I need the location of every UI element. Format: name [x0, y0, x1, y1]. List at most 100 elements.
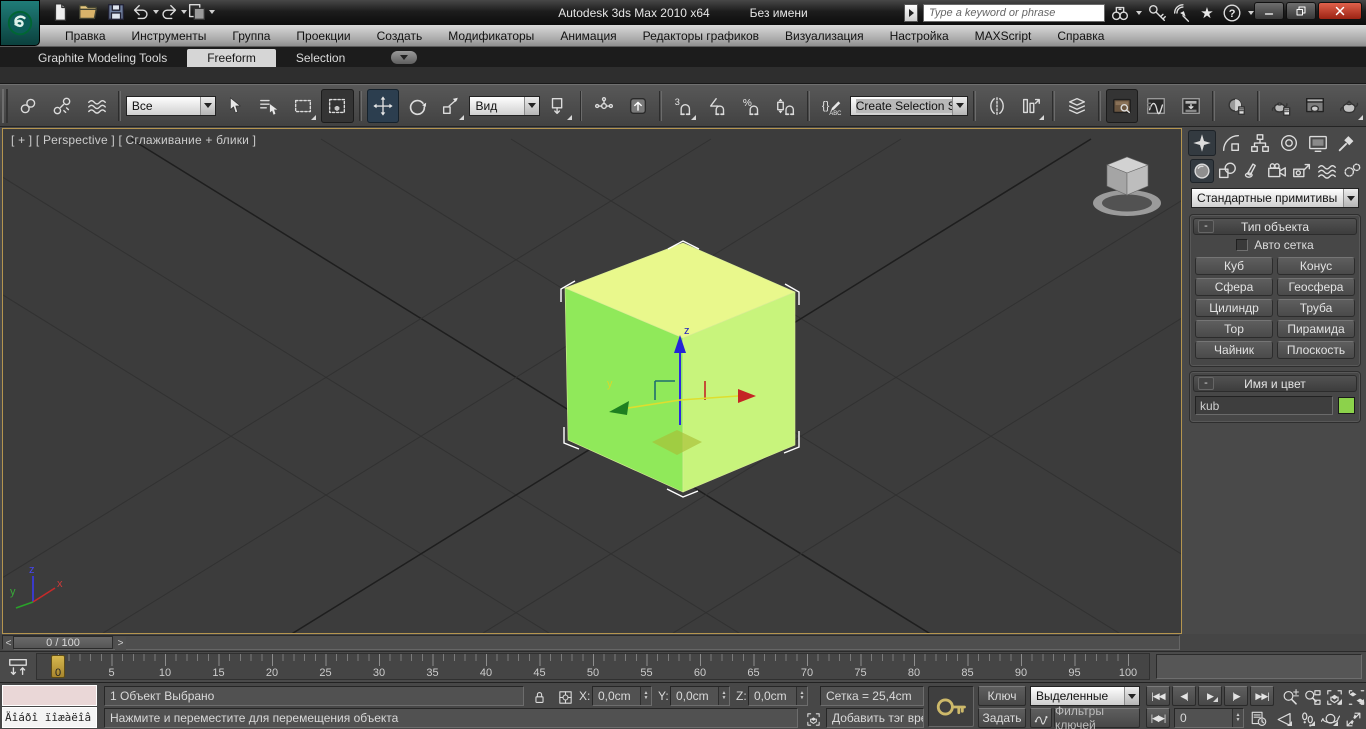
torus-button[interactable]: Тор [1195, 320, 1273, 338]
maximize-viewport-toggle-icon[interactable] [1343, 709, 1364, 729]
selection-lock-icon[interactable] [528, 688, 550, 706]
menu-tools[interactable]: Инструменты [119, 25, 220, 46]
dropdown-arrow-icon[interactable] [1124, 687, 1139, 705]
z-coordinate-field[interactable]: 0,0cm ▲ ▼ [748, 686, 808, 706]
reference-coordinate-system-dropdown[interactable]: Вид [469, 95, 541, 116]
time-slider-next-arrow[interactable]: > [115, 637, 126, 650]
named-selection-sets-combo[interactable]: Create Selection Se [849, 95, 968, 116]
window-crossing-toggle[interactable] [321, 88, 354, 123]
render-setup-button[interactable] [1265, 89, 1297, 123]
align-button[interactable] [1015, 89, 1047, 123]
material-editor-button[interactable] [1220, 89, 1252, 123]
minimize-button[interactable] [1254, 2, 1284, 20]
play-button[interactable]: ▶ [1198, 686, 1222, 706]
select-and-manipulate-button[interactable] [587, 89, 619, 123]
search-icon[interactable] [1110, 3, 1130, 23]
x-spinner[interactable]: ▲ ▼ [640, 687, 651, 705]
menu-customize[interactable]: Настройка [877, 25, 962, 46]
plane-button[interactable]: Плоскость [1277, 341, 1355, 359]
absolute-transform-toggle-icon[interactable] [554, 688, 576, 706]
perspective-viewport[interactable]: [ + ] [ Perspective ] [ Сглаживание + бл… [2, 128, 1182, 634]
select-and-move-button[interactable] [366, 88, 399, 123]
tube-button[interactable]: Труба [1277, 299, 1355, 317]
tab-selection[interactable]: Selection [276, 49, 365, 67]
menu-rendering[interactable]: Визуализация [772, 25, 877, 46]
spinner-snap-toggle[interactable] [770, 89, 802, 123]
tab-utilities[interactable] [1333, 130, 1361, 156]
zoom-extents-icon[interactable] [1324, 687, 1345, 707]
maxscript-mini-listener-output[interactable]: Äîáðî ïîæàëîâ [2, 707, 97, 728]
primitive-category-dropdown[interactable]: Стандартные примитивы [1191, 188, 1359, 208]
workspace-dropdown-arrow[interactable] [208, 10, 215, 14]
add-time-tag-field[interactable]: Добавить тэг врем [826, 708, 924, 728]
zoom-extents-all-icon[interactable] [1346, 687, 1366, 707]
time-slider-track[interactable]: < 0 / 100 > [2, 635, 1180, 650]
zoom-all-icon[interactable] [1302, 687, 1323, 707]
unlink-selection-button[interactable] [46, 89, 78, 123]
use-pivot-point-center-button[interactable] [542, 89, 574, 123]
tab-modify[interactable] [1217, 130, 1245, 156]
close-button[interactable] [1318, 2, 1362, 20]
viewport-label[interactable]: [ + ] [ Perspective ] [ Сглаживание + бл… [11, 133, 256, 147]
save-file-button[interactable] [104, 1, 128, 23]
walk-through-icon[interactable] [1297, 709, 1318, 729]
percent-snap-toggle[interactable]: % [736, 89, 768, 123]
frame-spinner[interactable]: ▲ ▼ [1232, 709, 1243, 727]
infocenter-expand-button[interactable] [904, 4, 918, 22]
undo-button[interactable] [132, 1, 159, 23]
category-spacewarps[interactable] [1315, 159, 1339, 183]
dropdown-arrow-icon[interactable] [200, 96, 216, 115]
menu-help[interactable]: Справка [1044, 25, 1117, 46]
open-file-button[interactable] [76, 1, 100, 23]
x-coordinate-field[interactable]: 0,0cm ▲ ▼ [592, 686, 652, 706]
select-and-link-button[interactable] [12, 89, 44, 123]
dropdown-arrow-icon[interactable] [1343, 189, 1358, 207]
category-cameras[interactable] [1265, 159, 1289, 183]
menu-create[interactable]: Создать [364, 25, 436, 46]
name-color-rollout-header[interactable]: - Имя и цвет [1193, 375, 1357, 392]
y-coordinate-field[interactable]: 0,0cm ▲ ▼ [670, 686, 730, 706]
mirror-button[interactable] [981, 89, 1013, 123]
menu-views[interactable]: Проекции [283, 25, 363, 46]
menu-animation[interactable]: Анимация [547, 25, 629, 46]
tab-hierarchy[interactable] [1246, 130, 1274, 156]
set-key-big-button[interactable] [928, 686, 974, 727]
application-menu-button[interactable] [0, 0, 40, 46]
help-icon[interactable]: ? [1222, 3, 1242, 23]
time-configuration-icon[interactable] [1248, 710, 1270, 728]
curve-editor-button[interactable] [1140, 89, 1172, 123]
menu-graph-editors[interactable]: Редакторы графиков [630, 25, 772, 46]
select-and-scale-button[interactable] [435, 89, 467, 123]
default-tangent-button[interactable] [1030, 708, 1052, 728]
previous-frame-button[interactable]: ◀| [1172, 686, 1196, 706]
go-to-start-button[interactable]: |◀◀ [1146, 686, 1170, 706]
set-key-button[interactable]: Задать [978, 708, 1026, 728]
rollout-collapse-icon[interactable]: - [1198, 220, 1214, 233]
current-frame-field[interactable]: 0 ▲ ▼ [1174, 708, 1244, 728]
new-scene-button[interactable] [48, 1, 72, 23]
edit-named-selection-sets-button[interactable]: {} ABC [815, 89, 847, 123]
search-dropdown-arrow[interactable] [1136, 11, 1142, 15]
geosphere-button[interactable]: Геосфера [1277, 278, 1355, 296]
render-production-button[interactable] [1334, 89, 1366, 123]
cone-button[interactable]: Конус [1277, 257, 1355, 275]
teapot-button[interactable]: Чайник [1195, 341, 1273, 359]
maxscript-mini-listener-input[interactable] [2, 685, 97, 706]
key-filter-scope-dropdown[interactable]: Выделенные [1030, 686, 1140, 706]
tab-graphite-modeling-tools[interactable]: Graphite Modeling Tools [18, 49, 187, 67]
object-type-rollout-header[interactable]: - Тип объекта [1193, 218, 1357, 235]
next-frame-button[interactable]: |▶ [1224, 686, 1248, 706]
bind-to-spacewarp-button[interactable] [81, 89, 113, 123]
key-filters-button[interactable]: Фильтры ключей [1054, 704, 1140, 729]
category-geometry[interactable] [1190, 159, 1214, 183]
box-button[interactable]: Куб [1195, 257, 1273, 275]
project-workspace-button[interactable] [188, 1, 215, 23]
tab-display[interactable] [1304, 130, 1332, 156]
rendered-frame-window-button[interactable] [1299, 89, 1331, 123]
snap-3d-toggle[interactable]: 3 [667, 89, 699, 123]
search-input[interactable] [923, 4, 1105, 22]
keyboard-override-toggle[interactable] [622, 89, 654, 123]
select-by-name-button[interactable] [253, 89, 285, 123]
dropdown-arrow-icon[interactable] [524, 96, 540, 115]
category-systems[interactable] [1340, 159, 1364, 183]
